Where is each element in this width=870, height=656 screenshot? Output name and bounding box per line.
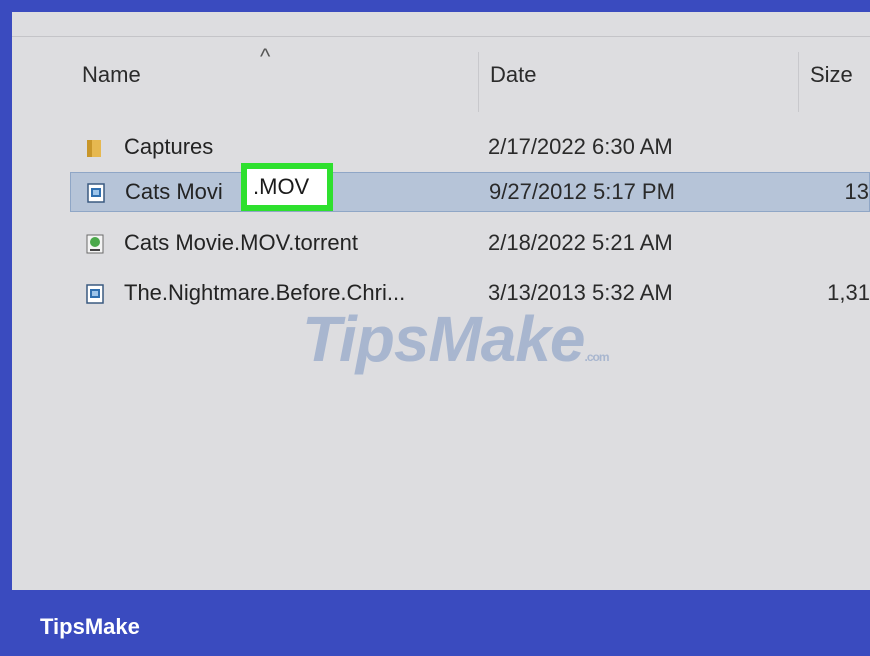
file-date: 2/18/2022 5:21 AM xyxy=(488,230,673,255)
rename-highlight-box[interactable]: .MOV xyxy=(241,163,333,211)
file-size: 1,31 xyxy=(827,280,870,305)
file-name: Cats Movie.MOV.torrent xyxy=(124,230,358,255)
video-file-icon xyxy=(87,183,105,203)
file-extension-text[interactable]: .MOV xyxy=(253,174,309,200)
file-row-captures[interactable]: Captures 2/17/2022 6:30 AM xyxy=(70,128,870,168)
folder-icon xyxy=(87,140,101,157)
watermark-logo: TipsMake.com xyxy=(302,302,610,376)
column-separator[interactable] xyxy=(478,52,479,112)
column-header-row: ^ Name Date Size xyxy=(12,44,870,112)
sort-ascending-icon[interactable]: ^ xyxy=(260,44,270,70)
file-row-torrent[interactable]: Cats Movie.MOV.torrent 2/18/2022 5:21 AM xyxy=(70,224,870,264)
file-size: 13 xyxy=(844,179,869,204)
watermark-text: TipsMake xyxy=(302,303,585,375)
torrent-file-icon xyxy=(86,234,104,254)
column-header-size[interactable]: Size xyxy=(810,62,853,88)
video-file-icon xyxy=(86,284,104,304)
file-row-cats-movie[interactable]: Cats Movi .MOV 9/27/2012 5:17 PM 13 xyxy=(70,163,870,212)
file-explorer-window: ^ Name Date Size Captures 2/17/2022 6:30… xyxy=(12,12,870,590)
column-header-date[interactable]: Date xyxy=(490,62,536,88)
column-separator[interactable] xyxy=(798,52,799,112)
file-name: Cats Movi xyxy=(125,179,223,204)
watermark-suffix: .com xyxy=(584,350,610,364)
toolbar-strip xyxy=(12,12,870,37)
file-name: Captures xyxy=(124,134,214,159)
column-header-name[interactable]: Name xyxy=(82,62,141,88)
file-date: 2/17/2022 6:30 AM xyxy=(488,134,673,159)
file-date: 9/27/2012 5:17 PM xyxy=(489,179,675,204)
footer-brand: TipsMake xyxy=(40,614,140,639)
